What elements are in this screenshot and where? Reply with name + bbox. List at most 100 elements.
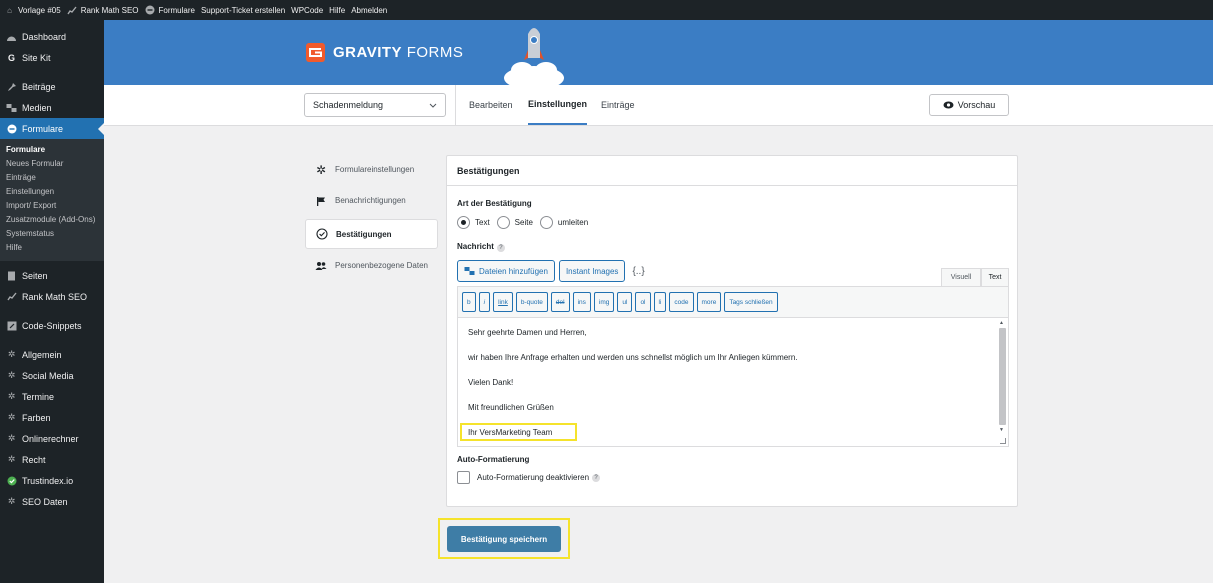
sidebar-item-social-media[interactable]: ✲ Social Media <box>0 365 104 386</box>
quicktag-ul[interactable]: ul <box>617 292 633 312</box>
resize-handle-icon[interactable] <box>1000 438 1006 444</box>
sidebar-item-label: Formulare <box>22 123 64 134</box>
help-icon[interactable]: ? <box>592 473 601 482</box>
tab-eintraege[interactable]: Einträge <box>601 85 635 125</box>
adminbar-logout[interactable]: Abmelden <box>351 6 387 15</box>
adminbar-site[interactable]: ⌂ Vorlage #05 <box>4 5 61 16</box>
tab-einstellungen[interactable]: Einstellungen <box>528 85 588 125</box>
quicktag-ins[interactable]: ins <box>572 292 591 312</box>
sidebar-item-pages[interactable]: Seiten <box>0 265 104 286</box>
adminbar-rank-math-label: Rank Math SEO <box>80 5 139 15</box>
quicktag-link[interactable]: link <box>493 292 513 312</box>
settings-nav-label: Personenbezogene Daten <box>335 261 428 270</box>
sidebar-item-label: Termine <box>22 391 55 402</box>
quicktag-ol[interactable]: ol <box>635 292 651 312</box>
sidebar-item-site-kit[interactable]: G Site Kit <box>0 47 104 68</box>
radio-umleiten[interactable]: umleiten <box>539 216 588 229</box>
editor-tab-visual[interactable]: Visuell <box>941 268 981 286</box>
quicktag-li[interactable]: li <box>653 292 667 312</box>
sidebar-item-farben[interactable]: ✲ Farben <box>0 407 104 428</box>
submenu-item-forms[interactable]: Formulare <box>0 143 104 157</box>
admin-sidebar: Dashboard G Site Kit Beiträge Medien For… <box>0 20 104 583</box>
settings-nav-notifications[interactable]: Benachrichtigungen <box>305 188 438 214</box>
sidebar-item-label: Trustindex.io <box>22 475 74 486</box>
merge-tag-button[interactable]: {..} <box>632 266 644 277</box>
add-media-button[interactable]: Dateien hinzufügen <box>457 260 555 282</box>
settings-nav-confirmations[interactable]: Bestätigungen <box>305 219 438 249</box>
settings-nav-form-settings[interactable]: ✲ Formulareinstellungen <box>305 157 438 183</box>
sidebar-item-label: Medien <box>22 102 52 113</box>
scrollbar-thumb[interactable] <box>999 328 1006 425</box>
instant-images-button[interactable]: Instant Images <box>558 260 626 282</box>
sidebar-item-label: Onlinerechner <box>22 433 79 444</box>
submenu-item-settings[interactable]: Einstellungen <box>0 185 104 199</box>
scroll-up-icon[interactable]: ▲ <box>999 320 1004 326</box>
sidebar-item-label: Allgemein <box>22 349 62 360</box>
sidebar-item-label: Rank Math SEO <box>22 291 88 302</box>
form-select[interactable]: Schadenmeldung <box>304 93 446 117</box>
submenu-item-new-form[interactable]: Neues Formular <box>0 157 104 171</box>
quicktag-bold[interactable]: b <box>462 292 476 312</box>
autoformat-option[interactable]: Auto-Formatierung deaktivieren? <box>457 471 601 484</box>
message-line: Mit freundlichen Grüßen <box>468 403 554 412</box>
confirmation-type-radios: Text Seite umleiten <box>457 216 595 229</box>
submenu-item-import-export[interactable]: Import/ Export <box>0 199 104 213</box>
submenu-item-addons[interactable]: Zusatzmodule (Add-Ons) <box>0 213 104 227</box>
message-textarea[interactable]: Sehr geehrte Damen und Herren, wir haben… <box>457 317 1009 447</box>
radio-seite[interactable]: Seite <box>496 216 533 229</box>
help-icon[interactable]: ? <box>496 244 505 252</box>
message-label-text: Nachricht <box>457 242 494 251</box>
settings-nav-personal-data[interactable]: Personenbezogene Daten <box>305 253 438 279</box>
submenu-item-help[interactable]: Hilfe <box>0 241 104 255</box>
quicktag-more[interactable]: more <box>696 292 722 312</box>
google-g-icon: G <box>7 52 15 63</box>
check-circle-icon <box>6 475 17 486</box>
quicktags-toolbar: b i link b-quote del ins img ul ol li co… <box>457 286 1009 318</box>
sidebar-item-recht[interactable]: ✲ Recht <box>0 449 104 470</box>
sidebar-item-onlinerechner[interactable]: ✲ Onlinerechner <box>0 428 104 449</box>
settings-nav-label: Bestätigungen <box>336 229 392 239</box>
dashboard-icon <box>6 31 17 42</box>
quicktag-img[interactable]: img <box>593 292 615 312</box>
radio-text[interactable]: Text <box>457 216 490 229</box>
sidebar-item-forms[interactable]: Formulare <box>0 118 104 139</box>
flag-icon <box>315 195 327 207</box>
quicktag-del[interactable]: del <box>550 292 570 312</box>
preview-button[interactable]: Vorschau <box>929 94 1009 116</box>
add-media-label: Dateien hinzufügen <box>479 266 548 276</box>
save-confirmation-button[interactable]: Bestätigung speichern <box>447 526 561 552</box>
editor-tab-text[interactable]: Text <box>981 268 1009 286</box>
sidebar-item-label: Farben <box>22 412 51 423</box>
submenu-item-system-status[interactable]: Systemstatus <box>0 227 104 241</box>
sidebar-item-media[interactable]: Medien <box>0 97 104 118</box>
sidebar-item-termine[interactable]: ✲ Termine <box>0 386 104 407</box>
adminbar-help[interactable]: Hilfe <box>329 6 345 15</box>
chevron-down-icon <box>429 100 437 110</box>
gear-icon: ✲ <box>7 370 16 380</box>
submenu-item-entries[interactable]: Einträge <box>0 171 104 185</box>
quicktag-code[interactable]: code <box>669 292 694 312</box>
sidebar-item-trustindex[interactable]: Trustindex.io <box>0 470 104 491</box>
sidebar-item-code-snippets[interactable]: Code-Snippets <box>0 315 104 336</box>
editor-scrollbar[interactable]: ▲ ▼ <box>998 319 1007 445</box>
adminbar-support[interactable]: Support-Ticket erstellen <box>201 6 285 15</box>
autoformat-checkbox[interactable] <box>457 471 470 484</box>
sidebar-item-rank-math[interactable]: Rank Math SEO <box>0 286 104 307</box>
adminbar-forms[interactable]: Formulare <box>145 5 195 16</box>
quicktag-close-tags[interactable]: Tags schließen <box>724 292 778 312</box>
tab-bearbeiten[interactable]: Bearbeiten <box>469 85 513 125</box>
sidebar-item-allgemein[interactable]: ✲ Allgemein <box>0 344 104 365</box>
gear-icon: ✲ <box>7 349 16 359</box>
adminbar-wpcode[interactable]: WPCode <box>291 6 323 15</box>
sidebar-item-dashboard[interactable]: Dashboard <box>0 26 104 47</box>
gravity-forms-header: GRAVITY FORMS <box>104 20 1213 85</box>
adminbar-rank-math[interactable]: Rank Math SEO <box>67 5 139 16</box>
quicktag-italic[interactable]: i <box>478 292 491 312</box>
gravity-forms-logo[interactable]: GRAVITY FORMS <box>306 43 463 62</box>
quicktag-blockquote[interactable]: b-quote <box>515 292 548 312</box>
sidebar-item-label: Recht <box>22 454 46 465</box>
sidebar-item-seo-daten[interactable]: ✲ SEO Daten <box>0 491 104 512</box>
radio-label: Text <box>475 218 490 227</box>
scroll-down-icon[interactable]: ▼ <box>999 427 1004 433</box>
sidebar-item-posts[interactable]: Beiträge <box>0 76 104 97</box>
